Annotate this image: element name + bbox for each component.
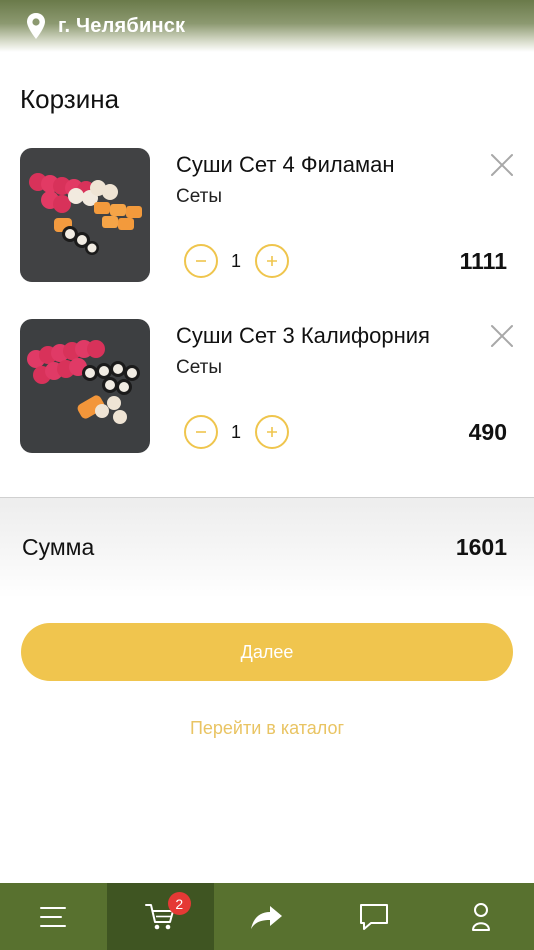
- item-category: Сеты: [176, 357, 223, 378]
- location-pin-icon: [26, 12, 46, 40]
- item-name: Суши Сет 3 Калифорния: [176, 323, 430, 348]
- minus-icon: [196, 431, 206, 433]
- cart-summary: Сумма 1601: [0, 498, 534, 598]
- user-icon: [471, 902, 490, 931]
- next-button[interactable]: Далее: [21, 623, 513, 681]
- quantity-value: 1: [230, 422, 241, 442]
- item-name: Суши Сет 4 Филаман: [176, 152, 395, 177]
- quantity-value: 1: [230, 251, 241, 271]
- nav-cart[interactable]: 2: [106, 883, 214, 950]
- cart-count-badge: 2: [167, 892, 191, 915]
- remove-item-button[interactable]: [489, 323, 515, 349]
- nav-profile[interactable]: [427, 883, 534, 950]
- increase-quantity-button[interactable]: [255, 415, 289, 449]
- city-label[interactable]: г. Челябинск: [58, 15, 185, 38]
- cart-item: Суши Сет 4 Филаман Сеты 1 1111: [0, 148, 534, 284]
- cart-item: Суши Сет 3 Калифорния Сеты 1 490: [0, 319, 534, 455]
- item-price: 1111: [459, 248, 507, 274]
- product-image[interactable]: [20, 319, 150, 453]
- menu-icon: [40, 906, 67, 927]
- go-to-catalog-link[interactable]: Перейти в каталог: [0, 718, 534, 739]
- close-icon: [491, 325, 513, 347]
- close-icon: [491, 154, 513, 176]
- remove-item-button[interactable]: [489, 152, 515, 178]
- bottom-nav: 2: [0, 883, 534, 950]
- chat-icon: [359, 903, 388, 930]
- decrease-quantity-button[interactable]: [184, 415, 218, 449]
- nav-chat[interactable]: [320, 883, 427, 950]
- plus-icon: [267, 256, 277, 266]
- page-title: Корзина: [20, 84, 120, 114]
- decrease-quantity-button[interactable]: [184, 244, 218, 278]
- sum-value: 1601: [455, 534, 507, 560]
- minus-icon: [196, 260, 206, 262]
- nav-menu[interactable]: [0, 883, 107, 950]
- product-image[interactable]: [20, 148, 150, 282]
- top-bar: г. Челябинск: [0, 0, 534, 52]
- item-price: 490: [468, 419, 507, 445]
- plus-icon: [267, 427, 277, 437]
- nav-share[interactable]: [214, 883, 321, 950]
- sum-label: Сумма: [22, 534, 95, 560]
- item-category: Сеты: [176, 186, 223, 207]
- share-icon: [250, 905, 282, 929]
- increase-quantity-button[interactable]: [255, 244, 289, 278]
